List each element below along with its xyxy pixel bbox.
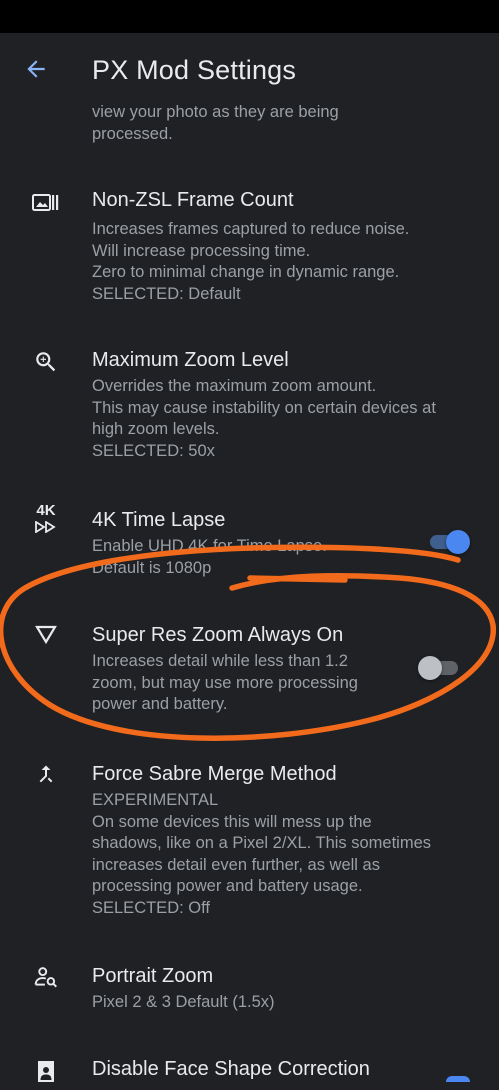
setting-item-maximum-zoom-level[interactable]: Maximum Zoom Level Overrides the maximum… xyxy=(0,340,499,470)
setting-item-disable-face-shape-correction[interactable]: Disable Face Shape Correction xyxy=(0,1052,499,1082)
setting-summary: view your photo as they are being proces… xyxy=(92,102,339,145)
summary-line: On some devices this will mess up the xyxy=(92,812,372,831)
summary-line: increases detail even further, as well a… xyxy=(92,855,380,874)
app-bar: PX Mod Settings xyxy=(0,33,499,103)
setting-title: Maximum Zoom Level xyxy=(92,349,289,371)
setting-item-super-res-zoom[interactable]: Super Res Zoom Always On Increases detai… xyxy=(0,615,499,713)
setting-item-portrait-zoom[interactable]: Portrait Zoom Pixel 2 & 3 Default (1.5x) xyxy=(0,957,499,1027)
summary-line: SELECTED: Off xyxy=(92,898,210,917)
setting-summary: Increases detail while less than 1.2 zoo… xyxy=(92,651,358,716)
burst-icon xyxy=(28,185,64,221)
face-icon xyxy=(28,1054,64,1090)
setting-title: Portrait Zoom xyxy=(92,965,214,987)
setting-item-non-zsl-frame-count[interactable]: Non-ZSL Frame Count Increases frames cap… xyxy=(0,180,499,310)
summary-line: SELECTED: 50x xyxy=(92,441,215,460)
setting-title: Disable Face Shape Correction xyxy=(92,1058,370,1080)
summary-line: high zoom levels. xyxy=(92,420,220,438)
zoom-in-icon xyxy=(28,344,64,380)
back-button[interactable] xyxy=(20,53,52,85)
setting-title: 4K Time Lapse xyxy=(92,509,226,531)
summary-line: processing power and battery usage. xyxy=(92,877,363,895)
person-search-icon xyxy=(28,959,64,995)
summary-line: shadows, like on a Pixel 2/XL. This some… xyxy=(92,834,432,852)
summary-line: zoom, but may use more processing xyxy=(92,673,358,692)
setting-item-force-sabre-merge[interactable]: Force Sabre Merge Method EXPERIMENTAL On… xyxy=(0,754,499,924)
summary-line: Zero to minimal change in dynamic range. xyxy=(92,263,400,281)
status-bar xyxy=(0,0,499,33)
setting-item-preview[interactable]: view your photo as they are being proces… xyxy=(0,100,499,155)
4k-timelapse-icon: 4K xyxy=(28,500,64,536)
4k-label: 4K xyxy=(36,502,56,519)
page-title: PX Mod Settings xyxy=(92,55,297,85)
super-res-zoom-toggle[interactable] xyxy=(418,654,462,682)
summary-line: EXPERIMENTAL xyxy=(92,791,219,809)
summary-line: Enable UHD 4K for Time Lapse. xyxy=(92,537,327,555)
setting-summary: Pixel 2 & 3 Default (1.5x) xyxy=(92,992,275,1014)
setting-summary: EXPERIMENTAL On some devices this will m… xyxy=(92,790,431,919)
summary-line: Increases frames captured to reduce nois… xyxy=(92,220,410,238)
setting-title: Non-ZSL Frame Count xyxy=(92,189,294,211)
setting-summary: Overrides the maximum zoom amount. This … xyxy=(92,376,436,462)
setting-summary: Increases frames captured to reduce nois… xyxy=(92,219,409,305)
summary-line: Pixel 2 & 3 Default (1.5x) xyxy=(92,993,275,1011)
setting-title: Super Res Zoom Always On xyxy=(92,624,344,646)
summary-line: Default is 1080p xyxy=(92,558,212,577)
merge-icon xyxy=(28,756,64,792)
4k-time-lapse-toggle[interactable] xyxy=(426,528,470,556)
face-shape-toggle[interactable] xyxy=(446,1076,470,1082)
setting-summary: Enable UHD 4K for Time Lapse. Default is… xyxy=(92,536,327,579)
summary-line: Increases detail while less than 1.2 xyxy=(92,652,348,670)
summary-line: SELECTED: Default xyxy=(92,284,241,303)
setting-title: Force Sabre Merge Method xyxy=(92,763,337,785)
setting-item-4k-time-lapse[interactable]: 4K 4K Time Lapse Enable UHD 4K for Time … xyxy=(0,500,499,580)
summary-line: view your photo as they are being xyxy=(92,103,339,121)
summary-line: power and battery. xyxy=(92,695,228,713)
arrow-back-icon xyxy=(27,60,45,78)
summary-line: processed. xyxy=(92,124,173,143)
triangle-icon xyxy=(28,617,64,653)
summary-line: Will increase processing time. xyxy=(92,241,311,260)
summary-line: Overrides the maximum zoom amount. xyxy=(92,377,377,395)
summary-line: This may cause instability on certain de… xyxy=(92,398,436,417)
